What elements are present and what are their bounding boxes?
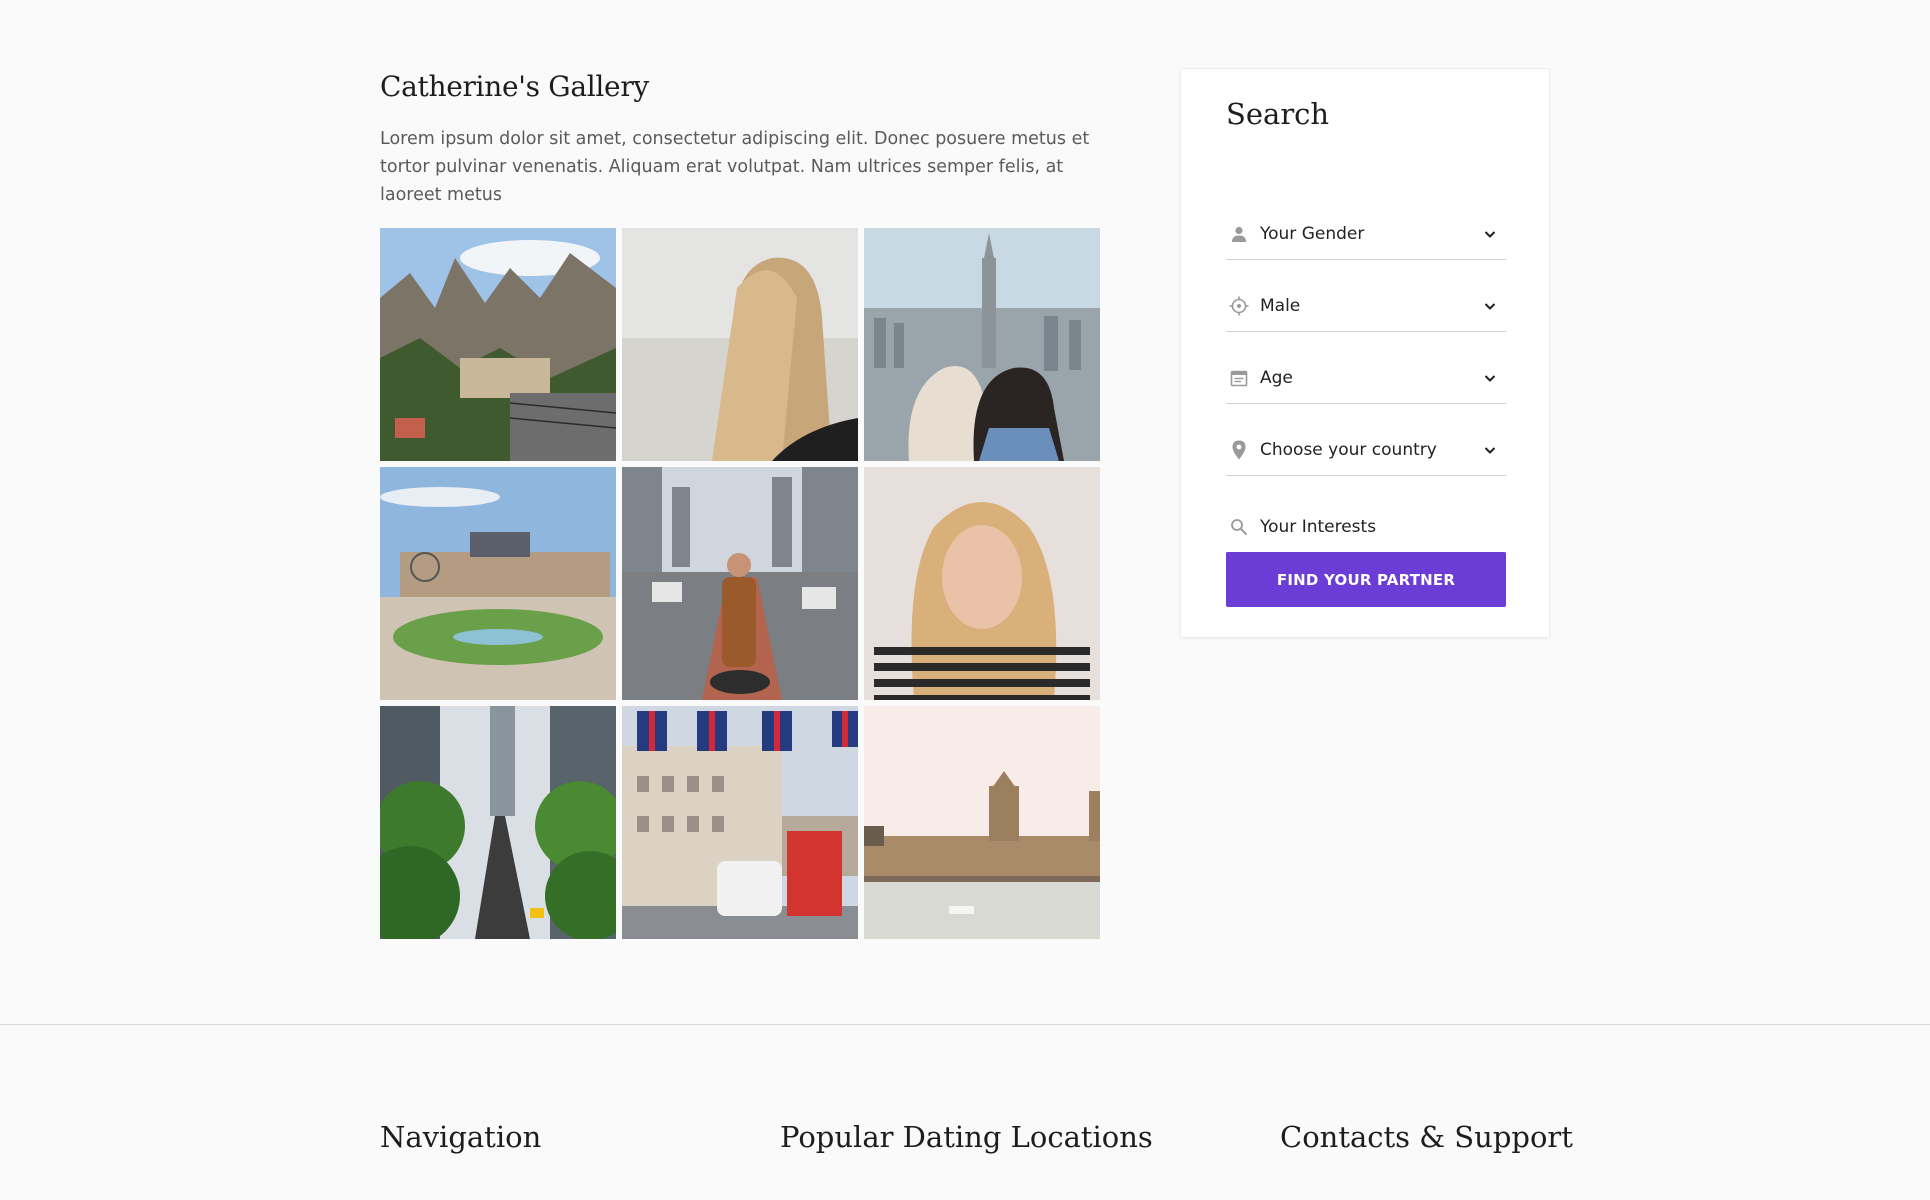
gallery-photo-9[interactable] — [864, 706, 1100, 939]
gallery-photo-7[interactable] — [380, 706, 616, 939]
gallery-photo-6[interactable] — [864, 467, 1100, 700]
chevron-down-icon — [1482, 370, 1498, 386]
gallery-photo-4[interactable] — [380, 467, 616, 700]
gender-select-value: Your Gender — [1260, 224, 1365, 244]
gallery-photo-8[interactable] — [622, 706, 858, 939]
search-icon — [1228, 516, 1250, 538]
photo-grid — [380, 228, 1100, 939]
search-panel: Search Your Gender Male Age Choose your — [1180, 68, 1550, 638]
chevron-down-icon — [1482, 226, 1498, 242]
seeking-select-value: Male — [1260, 296, 1301, 316]
footer-navigation-title: Navigation — [380, 1120, 542, 1154]
footer-contacts-title: Contacts & Support — [1280, 1120, 1573, 1154]
person-icon — [1228, 223, 1250, 245]
interests-field[interactable] — [1226, 502, 1506, 553]
gallery-title: Catherine's Gallery — [380, 70, 649, 103]
location-pin-icon — [1228, 439, 1250, 461]
gallery-photo-1[interactable] — [380, 228, 616, 461]
search-title: Search — [1226, 97, 1330, 131]
seeking-select[interactable]: Male — [1226, 281, 1506, 332]
gallery-photo-2[interactable] — [622, 228, 858, 461]
country-select[interactable]: Choose your country — [1226, 425, 1506, 476]
interests-input[interactable] — [1260, 517, 1506, 537]
gallery-description: Lorem ipsum dolor sit amet, consectetur … — [380, 129, 1090, 205]
gender-select[interactable]: Your Gender — [1226, 209, 1506, 260]
chevron-down-icon — [1482, 298, 1498, 314]
country-select-value: Choose your country — [1260, 440, 1437, 460]
footer-divider — [0, 1024, 1930, 1025]
age-select[interactable]: Age — [1226, 353, 1506, 404]
gallery-photo-5[interactable] — [622, 467, 858, 700]
gallery-section: Catherine's Gallery Lorem ipsum dolor si… — [380, 70, 1100, 939]
gallery-photo-3[interactable] — [864, 228, 1100, 461]
calendar-icon — [1228, 367, 1250, 389]
footer-locations-title: Popular Dating Locations — [780, 1120, 1153, 1154]
find-partner-button[interactable]: FIND YOUR PARTNER — [1226, 552, 1506, 607]
chevron-down-icon — [1482, 442, 1498, 458]
age-select-value: Age — [1260, 368, 1293, 388]
crosshair-icon — [1228, 295, 1250, 317]
